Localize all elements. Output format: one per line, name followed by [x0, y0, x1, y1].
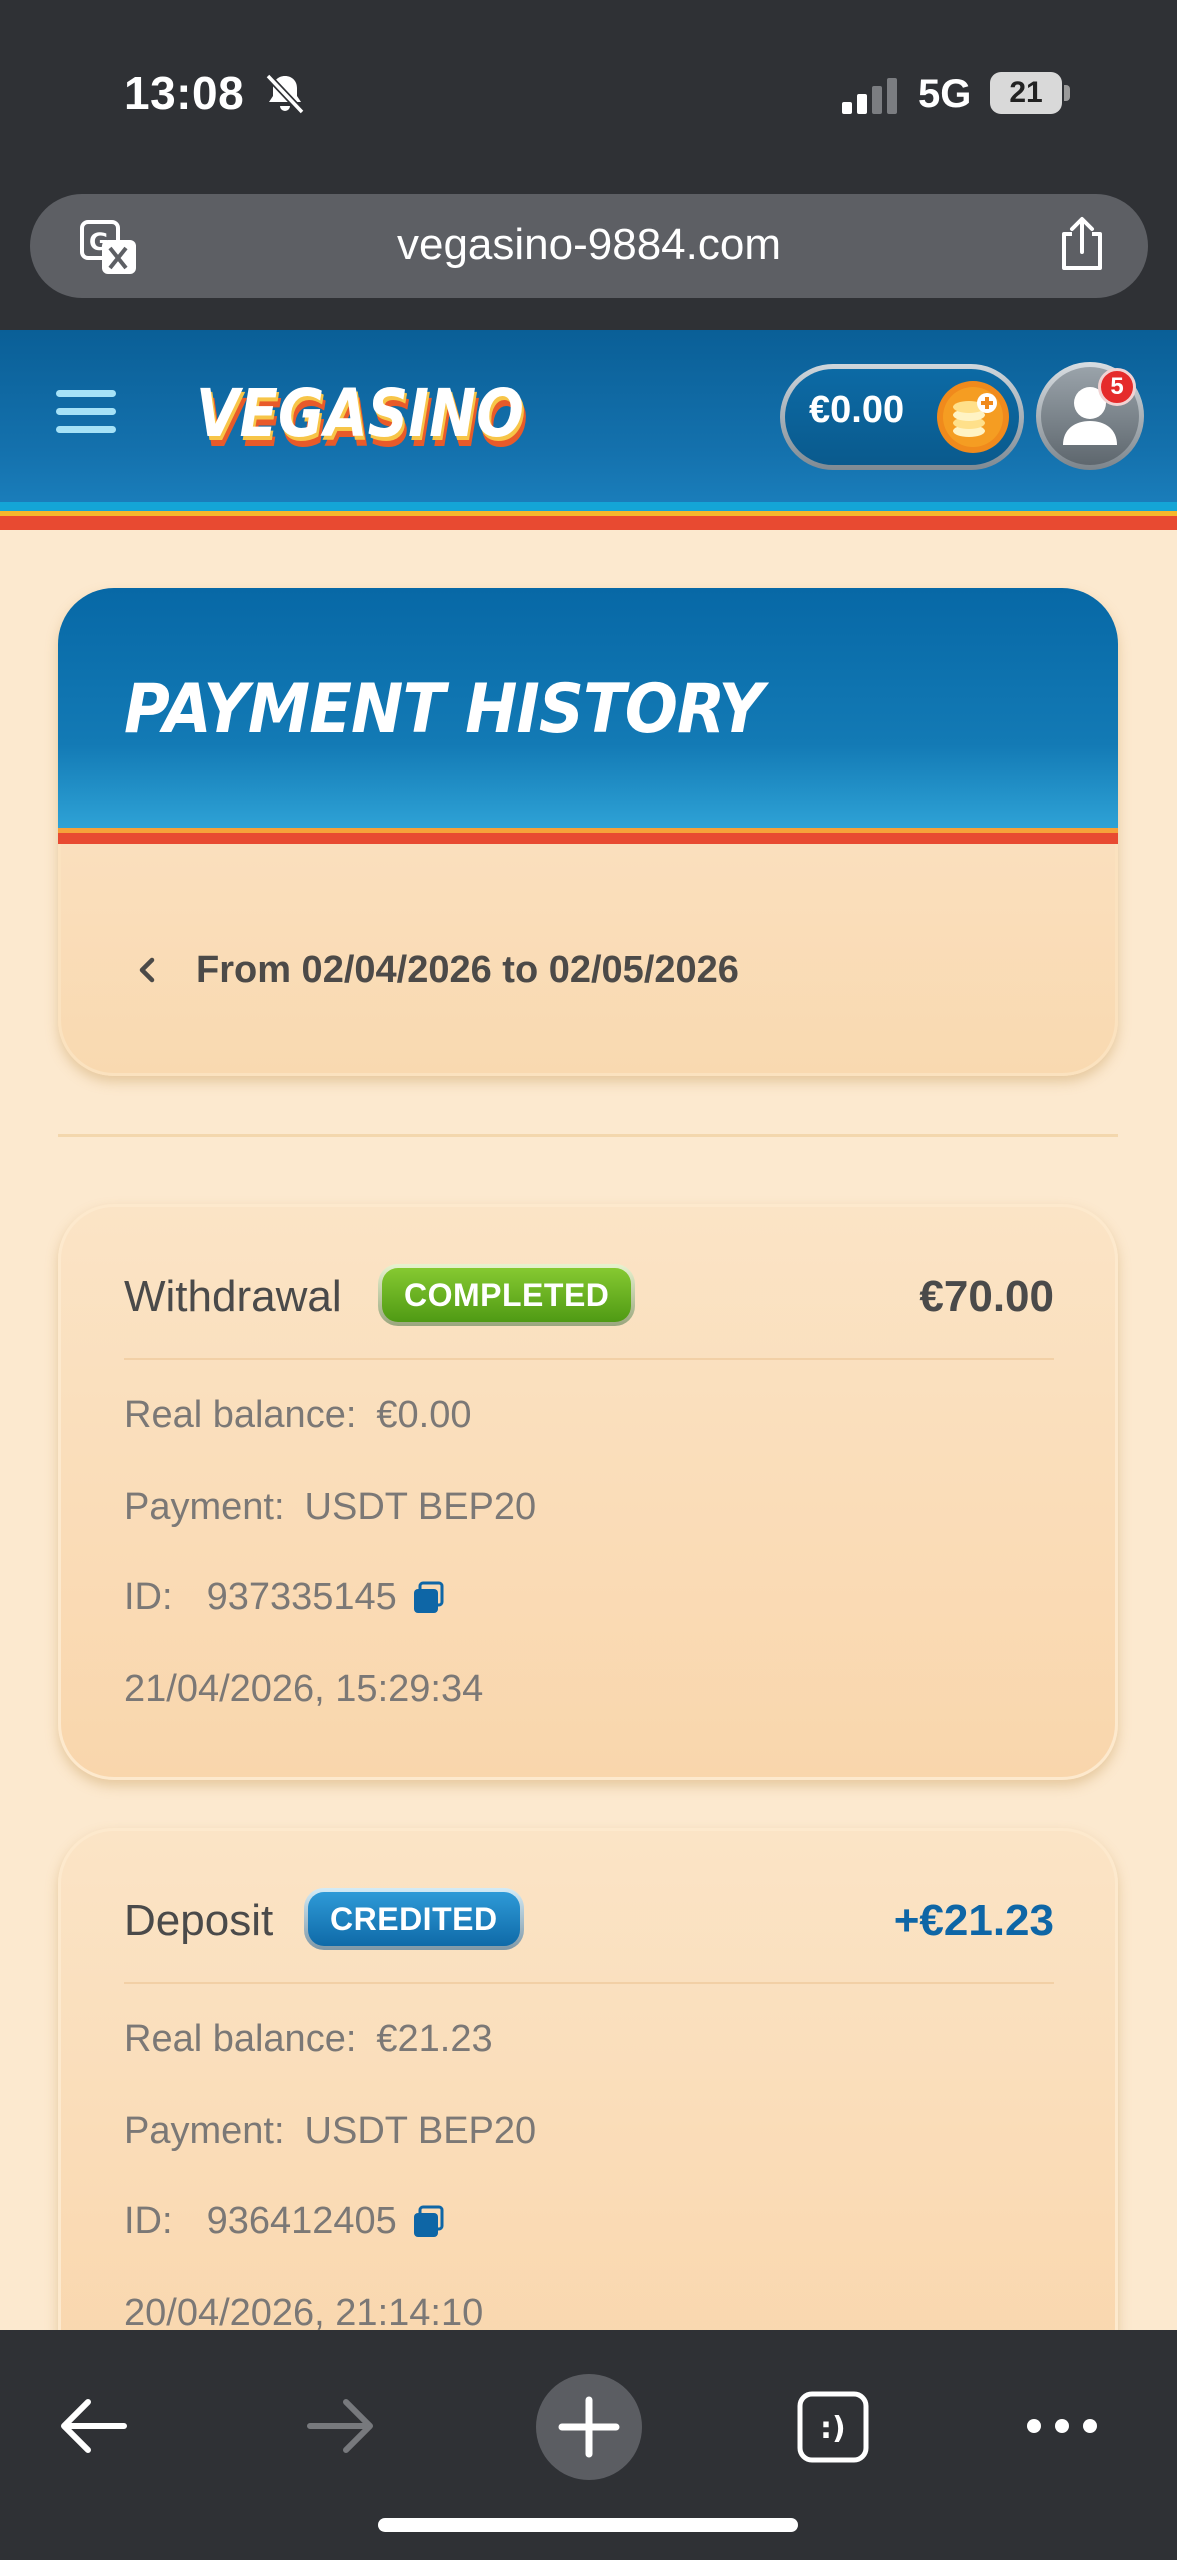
- transaction-datetime: 21/04/2026, 15:29:34: [124, 1668, 484, 1710]
- transaction-amount: €70.00: [919, 1272, 1054, 1321]
- transaction-id: 936412405: [206, 2200, 397, 2242]
- id-row: ID: 937335145: [124, 1576, 445, 1619]
- status-badge-label: CREDITED: [308, 1892, 520, 1946]
- real-balance-label: Real balance:: [124, 2018, 357, 2060]
- page-title: PAYMENT HISTORY: [124, 670, 764, 749]
- status-badge-label: COMPLETED: [382, 1268, 632, 1322]
- back-arrow-icon[interactable]: [56, 2390, 132, 2462]
- payment-row: Payment: USDT BEP20: [124, 1486, 536, 1529]
- status-badge: COMPLETED: [378, 1264, 636, 1326]
- id-row: ID: 936412405: [124, 2200, 445, 2243]
- chevron-left-icon[interactable]: [130, 952, 166, 988]
- svg-text::): :): [820, 2411, 846, 2446]
- payment-row: Payment: USDT BEP20: [124, 2110, 536, 2153]
- signal-icon: [842, 78, 897, 114]
- id-label: ID:: [124, 1576, 173, 1618]
- divider: [58, 1134, 1118, 1137]
- transaction-type: Deposit: [124, 1896, 274, 1945]
- network-label: 5G: [918, 72, 972, 116]
- forward-arrow-icon[interactable]: [302, 2390, 378, 2462]
- status-badge: CREDITED: [304, 1888, 524, 1950]
- more-icon[interactable]: [1022, 2408, 1102, 2444]
- transaction-id: 937335145: [206, 1576, 397, 1618]
- battery-level: 21: [990, 72, 1062, 114]
- date-range-selector[interactable]: From 02/04/2026 to 02/05/2026: [130, 940, 739, 1000]
- site-header: VEGASINO VEGASINO VEGASINO €0.00 5: [0, 330, 1177, 502]
- date-range-text[interactable]: From 02/04/2026 to 02/05/2026: [196, 949, 739, 992]
- browser-chrome: 13:08 5G 21 G vegasino-9884.com: [0, 0, 1177, 330]
- transaction-datetime: 20/04/2026, 21:14:10: [124, 2292, 484, 2334]
- menu-icon[interactable]: [56, 390, 116, 438]
- transaction-card[interactable]: Deposit CREDITED +€21.23 Real balance: €…: [58, 1828, 1118, 2404]
- balance-button[interactable]: €0.00: [780, 364, 1024, 470]
- url-text[interactable]: vegasino-9884.com: [30, 220, 1148, 270]
- silent-bell-icon: [265, 73, 305, 115]
- home-indicator: [378, 2518, 798, 2532]
- share-icon[interactable]: [1056, 216, 1108, 272]
- payment-value: USDT BEP20: [304, 2110, 537, 2152]
- transaction-type: Withdrawal: [124, 1272, 342, 1321]
- transaction-card[interactable]: Withdrawal COMPLETED €70.00 Real balance…: [58, 1204, 1118, 1780]
- battery-icon: 21: [990, 72, 1070, 114]
- real-balance-value: €21.23: [376, 2018, 493, 2060]
- copy-icon[interactable]: [411, 1581, 445, 1615]
- payment-value: USDT BEP20: [304, 1486, 537, 1528]
- vegasino-logo[interactable]: VEGASINO VEGASINO VEGASINO: [196, 370, 536, 470]
- plus-icon: [558, 2396, 620, 2458]
- notification-badge: 5: [1098, 368, 1136, 406]
- real-balance-label: Real balance:: [124, 1394, 357, 1436]
- new-tab-button[interactable]: [536, 2374, 642, 2480]
- coins-icon[interactable]: [935, 379, 1011, 455]
- id-label: ID:: [124, 2200, 173, 2242]
- real-balance-row: Real balance: €0.00: [124, 1394, 471, 1437]
- url-bar[interactable]: G vegasino-9884.com: [30, 194, 1148, 298]
- payment-label: Payment:: [124, 2110, 285, 2152]
- header-stripes: [0, 502, 1177, 530]
- svg-text:VEGASINO: VEGASINO: [196, 375, 524, 452]
- balance-amount: €0.00: [809, 389, 905, 431]
- payment-label: Payment:: [124, 1486, 285, 1528]
- transaction-amount: +€21.23: [893, 1896, 1054, 1945]
- status-time: 13:08: [124, 67, 245, 119]
- copy-icon[interactable]: [411, 2205, 445, 2239]
- real-balance-value: €0.00: [376, 1394, 472, 1436]
- payment-history-card: PAYMENT HISTORY From 02/04/2026 to 02/05…: [58, 588, 1118, 1076]
- real-balance-row: Real balance: €21.23: [124, 2018, 493, 2061]
- tabs-icon[interactable]: :): [796, 2390, 870, 2464]
